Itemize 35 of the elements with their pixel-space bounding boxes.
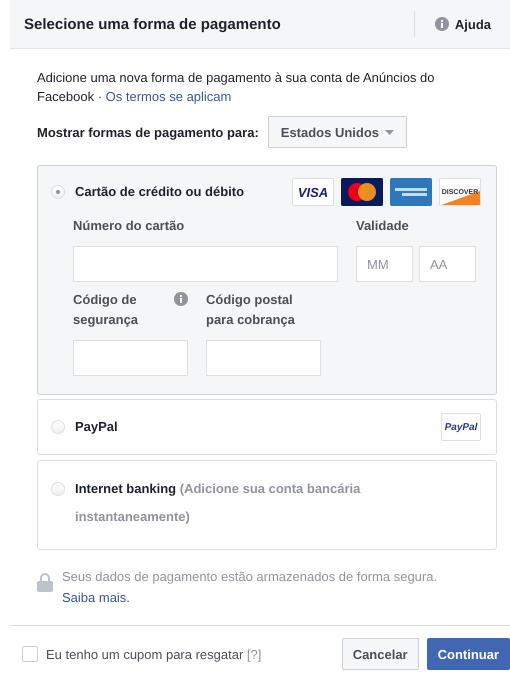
field-label: Número do cartão xyxy=(73,217,186,235)
amex-logo xyxy=(390,178,432,206)
security-code-field[interactable] xyxy=(73,340,188,376)
method-label: PayPal xyxy=(75,418,119,436)
info-icon xyxy=(434,17,449,31)
visa-logo: VISA xyxy=(292,178,334,206)
continue-button[interactable]: Continuar xyxy=(426,638,510,670)
radio-button[interactable] xyxy=(51,420,65,434)
coupon-checkbox[interactable] xyxy=(22,646,38,662)
cancel-button[interactable]: Cancelar xyxy=(342,638,419,670)
year-field[interactable]: AA xyxy=(419,246,476,282)
secure-note: Seus dados de pagamento estão armazenados de forma segura. Saiba mais. xyxy=(62,568,438,607)
country-label: Mostrar formas de pagamento para: xyxy=(37,124,259,140)
month-field[interactable]: MM xyxy=(356,246,413,282)
lock-icon xyxy=(37,572,53,592)
info-icon xyxy=(174,292,188,306)
mastercard-logo xyxy=(341,178,383,206)
coupon-label: Eu tenho um cupom para resgatar [?] xyxy=(46,646,262,662)
radio-button[interactable] xyxy=(51,185,65,199)
method-label: Cartão de crédito ou débito xyxy=(75,183,246,201)
postal-code-field[interactable] xyxy=(206,340,321,376)
method-label: Internet banking (Adicione sua conta bancária instantaneamente) xyxy=(75,480,362,526)
field-label: Código de segurança xyxy=(73,291,140,329)
radio-button[interactable] xyxy=(51,482,65,496)
intro-text: Adicione uma nova forma de pagamento à sua conta de Anúncios do Facebook · Os termos se aplicam xyxy=(37,69,436,106)
field-label: Validade xyxy=(356,217,410,235)
paypal-logo: PayPal xyxy=(441,413,481,441)
card-number-field[interactable] xyxy=(73,246,338,282)
country-select[interactable]: Estados Unidos xyxy=(268,116,408,148)
field-label: Código postal para cobrança xyxy=(206,291,296,329)
learn-more-link[interactable]: Saiba mais. xyxy=(62,590,130,605)
caret-icon xyxy=(385,130,394,134)
help-button[interactable]: Ajuda xyxy=(434,16,491,32)
dialog-title: Selecione uma forma de pagamento xyxy=(24,16,282,32)
terms-link[interactable]: Os termos se aplicam xyxy=(106,89,232,104)
